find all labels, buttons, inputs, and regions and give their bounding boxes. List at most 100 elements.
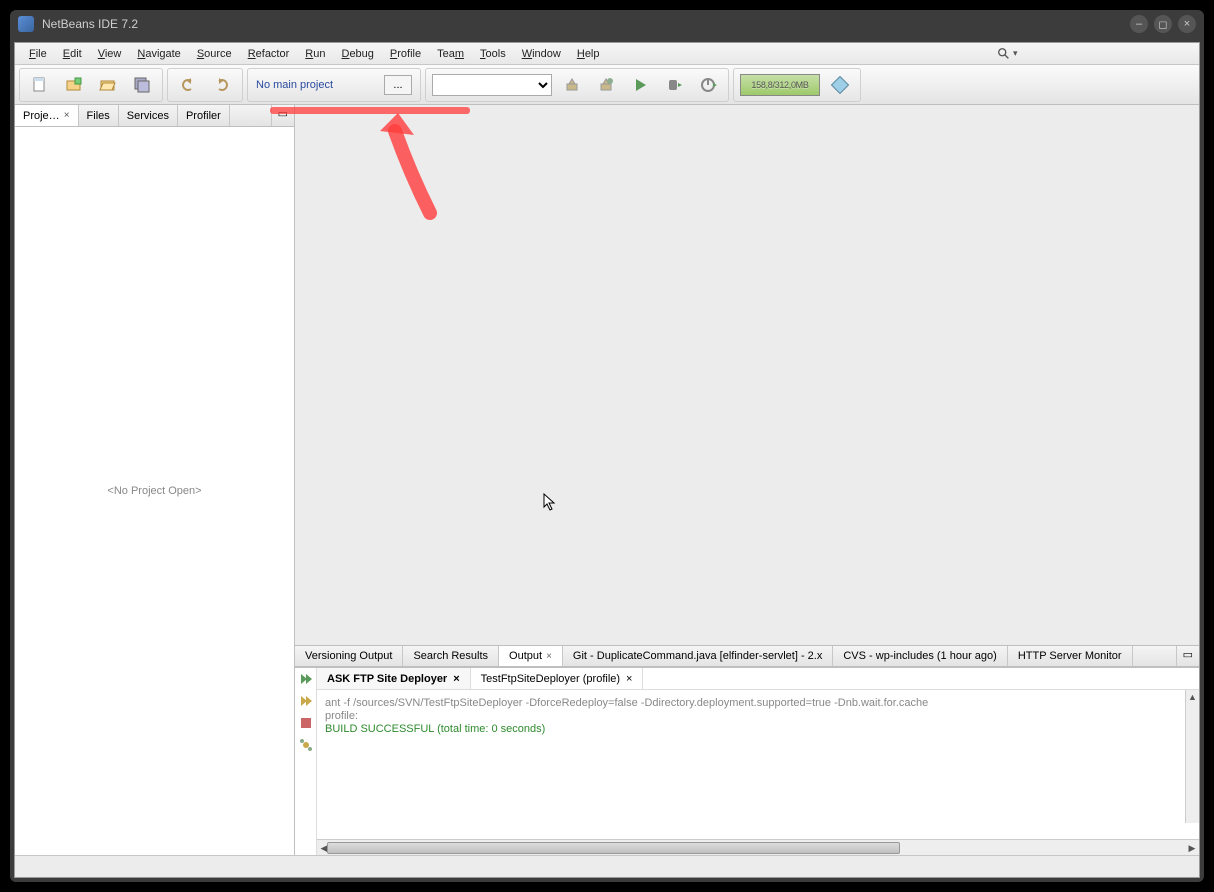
tab-profiler-label: Profiler: [186, 110, 221, 122]
config-select[interactable]: [432, 74, 552, 96]
undo-button[interactable]: [174, 71, 202, 99]
tab-versioning-label: Versioning Output: [305, 650, 392, 662]
clean-build-button[interactable]: [592, 71, 620, 99]
window-frame: NetBeans IDE 7.2 – ◻ × File Edit View Na…: [10, 10, 1204, 882]
menu-team[interactable]: Team: [429, 46, 472, 62]
menu-profile[interactable]: Profile: [382, 46, 429, 62]
output-tab-ask-ftp[interactable]: ASK FTP Site Deployer ×: [317, 668, 471, 689]
tab-search-results[interactable]: Search Results: [403, 646, 499, 666]
run-button[interactable]: [626, 71, 654, 99]
output-gutter: [295, 668, 317, 855]
output-tab2-label: TestFtpSiteDeployer (profile): [481, 673, 620, 685]
profile-button[interactable]: [694, 71, 722, 99]
menubar: File Edit View Navigate Source Refactor …: [15, 43, 1199, 65]
tab-services-label: Services: [127, 110, 169, 122]
tab-git-label: Git - DuplicateCommand.java [elfinder-se…: [573, 650, 822, 662]
tab-cvs[interactable]: CVS - wp-includes (1 hour ago): [833, 646, 1007, 666]
tab-files-label: Files: [87, 110, 110, 122]
annotation-arrow: [380, 113, 450, 228]
minimize-button[interactable]: –: [1130, 15, 1148, 33]
close-button[interactable]: ×: [1178, 15, 1196, 33]
rerun-icon[interactable]: [299, 672, 313, 686]
close-icon[interactable]: ×: [546, 651, 552, 662]
output-tab-testftp[interactable]: TestFtpSiteDeployer (profile) ×: [471, 668, 644, 689]
editor-area: [295, 105, 1199, 645]
tab-versioning-output[interactable]: Versioning Output: [295, 646, 403, 666]
menu-window[interactable]: Window: [514, 46, 569, 62]
menu-refactor[interactable]: Refactor: [240, 46, 298, 62]
main-project-browse-button[interactable]: ...: [384, 75, 412, 95]
output-subtabs: ASK FTP Site Deployer × TestFtpSiteDeploy…: [317, 668, 1199, 690]
projects-panel: <No Project Open>: [15, 127, 294, 855]
menu-run[interactable]: Run: [297, 46, 333, 62]
redo-button[interactable]: [208, 71, 236, 99]
maximize-button[interactable]: ◻: [1154, 15, 1172, 33]
memory-meter[interactable]: 158,8/312,0MB: [740, 74, 820, 96]
build-button[interactable]: [558, 71, 586, 99]
rerun-failed-icon[interactable]: [299, 694, 313, 708]
debug-button[interactable]: [660, 71, 688, 99]
menu-debug[interactable]: Debug: [333, 46, 381, 62]
output-panel: ASK FTP Site Deployer × TestFtpSiteDeploy…: [295, 667, 1199, 855]
close-icon[interactable]: ×: [453, 673, 459, 685]
no-project-text: <No Project Open>: [107, 485, 201, 497]
tab-services[interactable]: Services: [119, 105, 178, 126]
main-area: Versioning Output Search Results Output ×…: [295, 105, 1199, 855]
toolbar-group-file: [19, 68, 163, 102]
stop-icon[interactable]: [299, 716, 313, 730]
tab-profiler[interactable]: Profiler: [178, 105, 230, 126]
output-body: ASK FTP Site Deployer × TestFtpSiteDeploy…: [317, 668, 1199, 855]
statusbar: [15, 855, 1199, 877]
tab-projects-label: Proje…: [23, 110, 60, 122]
client-area: File Edit View Navigate Source Refactor …: [14, 42, 1200, 878]
scroll-thumb[interactable]: [327, 842, 900, 854]
output-tab1-label: ASK FTP Site Deployer: [327, 673, 447, 685]
bottom-tabstrip: Versioning Output Search Results Output ×…: [295, 645, 1199, 667]
settings-icon[interactable]: [299, 738, 313, 752]
close-icon[interactable]: ×: [626, 673, 632, 685]
output-line-3: BUILD SUCCESSFUL (total time: 0 seconds): [325, 723, 545, 735]
mouse-cursor-icon: [543, 493, 557, 516]
menu-source[interactable]: Source: [189, 46, 240, 62]
new-file-button[interactable]: [26, 71, 54, 99]
menu-help[interactable]: Help: [569, 46, 608, 62]
quick-search[interactable]: ▾: [993, 47, 1193, 61]
tab-http-monitor[interactable]: HTTP Server Monitor: [1008, 646, 1133, 666]
output-line-2: profile:: [325, 710, 358, 722]
output-horizontal-scrollbar[interactable]: ◀ ▶: [317, 839, 1199, 855]
output-vertical-scrollbar[interactable]: ▲: [1185, 690, 1199, 823]
toolbar-group-memory: 158,8/312,0MB: [733, 68, 861, 102]
output-text[interactable]: ant -f /sources/SVN/TestFtpSiteDeployer …: [317, 690, 1199, 839]
toolbar-group-run: [425, 68, 729, 102]
sidebar-tabstrip: Proje…× Files Services Profiler ▭: [15, 105, 294, 127]
tab-http-label: HTTP Server Monitor: [1018, 650, 1122, 662]
app-icon: [18, 16, 34, 32]
toolbar-group-undo: [167, 68, 243, 102]
menu-navigate[interactable]: Navigate: [129, 46, 188, 62]
save-all-button[interactable]: [128, 71, 156, 99]
toolbar-project-selector: No main project ...: [247, 68, 421, 102]
workspace: Proje… × Files Services Profiler ▭ <No Pr…: [15, 105, 1199, 855]
new-project-button[interactable]: [60, 71, 88, 99]
search-icon: [997, 47, 1011, 61]
open-project-button[interactable]: [94, 71, 122, 99]
menu-view[interactable]: View: [90, 46, 130, 62]
gc-button[interactable]: [826, 71, 854, 99]
left-sidebar: Proje…× Files Services Profiler ▭ <No Pr…: [15, 105, 295, 855]
tab-output[interactable]: Output ×: [499, 646, 563, 666]
window-title: NetBeans IDE 7.2: [42, 17, 1124, 31]
close-icon[interactable]: ×: [64, 110, 70, 121]
tab-output-label: Output: [509, 650, 542, 662]
titlebar[interactable]: NetBeans IDE 7.2 – ◻ ×: [10, 10, 1204, 38]
scroll-right-icon[interactable]: ▶: [1185, 840, 1199, 856]
tab-files[interactable]: Files: [79, 105, 119, 126]
menu-tools[interactable]: Tools: [472, 46, 514, 62]
tab-projects[interactable]: Proje… ×: [15, 105, 79, 126]
bottom-minimize-button[interactable]: ▭: [1176, 646, 1199, 666]
toolbar: No main project ... 158,8/312,0MB: [15, 65, 1199, 105]
output-line-1: ant -f /sources/SVN/TestFtpSiteDeployer …: [325, 697, 928, 709]
menu-edit[interactable]: Edit: [55, 46, 90, 62]
tab-git[interactable]: Git - DuplicateCommand.java [elfinder-se…: [563, 646, 833, 666]
menu-file[interactable]: File: [21, 46, 55, 62]
tab-cvs-label: CVS - wp-includes (1 hour ago): [843, 650, 996, 662]
